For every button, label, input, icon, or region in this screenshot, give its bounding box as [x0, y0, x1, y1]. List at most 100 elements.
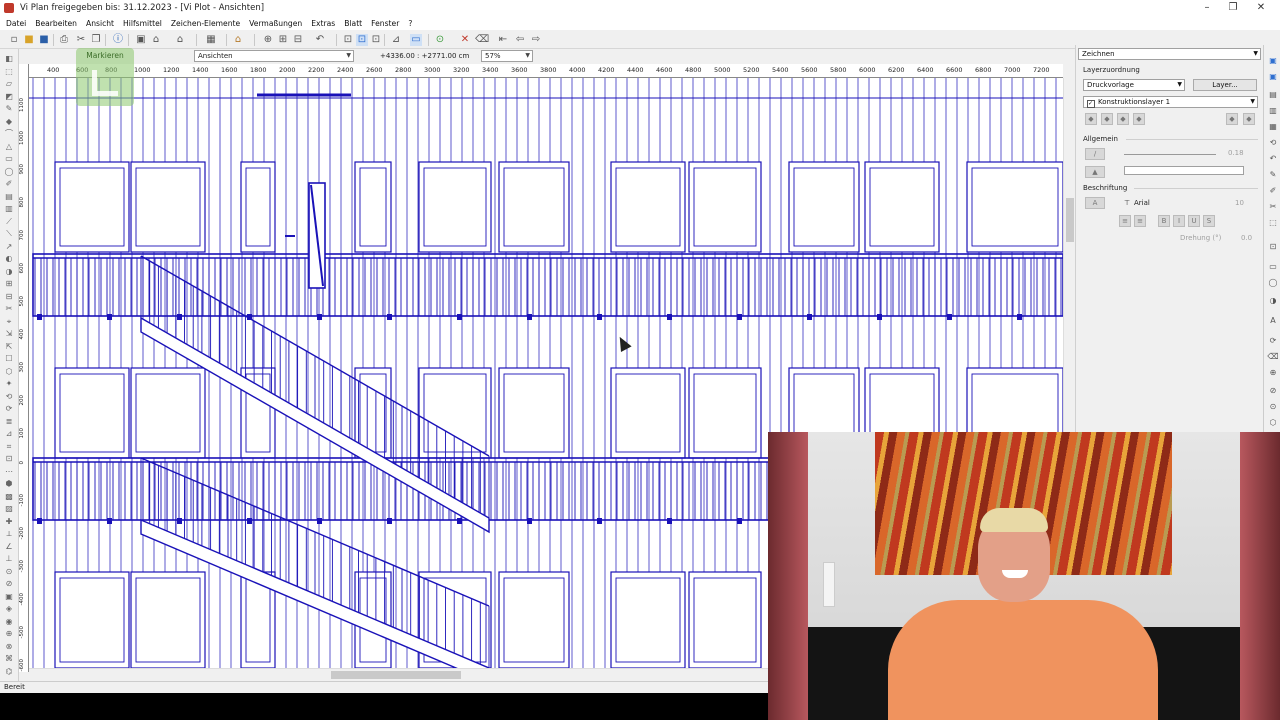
menu-fenster[interactable]: Fenster [371, 19, 399, 28]
checkbox-icon[interactable]: ✓ [1087, 100, 1095, 108]
palette-tool-icon[interactable]: ↶ [1267, 153, 1279, 164]
palette-tool-icon[interactable]: ✎ [3, 103, 15, 114]
palette-tool-icon[interactable]: ⇲ [3, 328, 15, 339]
layer-tool-icon[interactable]: ◆ [1133, 113, 1145, 125]
palette-tool-icon[interactable]: ⊞ [3, 278, 15, 289]
palette-tool-icon[interactable]: ◯ [3, 166, 15, 177]
save-icon[interactable]: ■ [38, 34, 50, 46]
palette-tool-icon[interactable]: ✦ [3, 378, 15, 389]
palette-tool-icon[interactable]: ▭ [1267, 261, 1279, 272]
palette-tool-icon[interactable]: ✂ [1267, 201, 1279, 212]
maximize-icon[interactable]: ❐ [1218, 0, 1248, 16]
menu-zeichen-elemente[interactable]: Zeichen-Elemente [171, 19, 240, 28]
underline-icon[interactable]: U [1188, 215, 1200, 227]
home-icon[interactable]: ⌂ [150, 34, 162, 46]
palette-tool-icon[interactable]: ▤ [3, 191, 15, 202]
align-icon[interactable]: ≡ [1119, 215, 1131, 227]
palette-tool-icon[interactable]: ⊥ [3, 553, 15, 564]
palette-tool-icon[interactable]: ◆ [3, 116, 15, 127]
palette-tool-icon[interactable]: ⟳ [3, 403, 15, 414]
menu-datei[interactable]: Datei [6, 19, 26, 28]
cut-icon[interactable]: ✂ [75, 34, 87, 46]
scroll-thumb[interactable] [1066, 198, 1074, 242]
menu-help[interactable]: ? [408, 19, 412, 28]
zoom-all-icon[interactable]: ⊞ [277, 34, 289, 46]
palette-tool-icon[interactable]: ⋯ [3, 466, 15, 477]
palette-tool-icon[interactable]: ⬡ [1267, 417, 1279, 428]
palette-tool-icon[interactable]: ✐ [1267, 185, 1279, 196]
palette-tool-icon[interactable]: ⟋ [3, 216, 15, 227]
font-name[interactable]: Arial [1134, 199, 1150, 207]
layer-tool-icon[interactable]: ◆ [1117, 113, 1129, 125]
palette-tool-icon[interactable]: ▦ [1267, 121, 1279, 132]
snap-point-icon[interactable]: ⊡ [370, 34, 382, 46]
zoom-window-icon[interactable]: ⊕ [262, 34, 274, 46]
menu-blatt[interactable]: Blatt [344, 19, 362, 28]
zoom-select[interactable]: 57% ▼ [481, 50, 533, 62]
palette-tool-icon[interactable]: ⬢ [3, 478, 15, 489]
palette-tool-icon[interactable]: ≣ [3, 416, 15, 427]
palette-tool-icon[interactable]: ⊙ [3, 566, 15, 577]
line-type-icon[interactable]: ∕ [1085, 148, 1105, 160]
palette-tool-icon[interactable]: ⊘ [3, 578, 15, 589]
palette-tool-icon[interactable]: ⟳ [1267, 335, 1279, 346]
layer-tool-icon[interactable]: ◆ [1085, 113, 1097, 125]
construction-layer-select[interactable]: ✓ Konstruktionslayer 1 ▼ [1083, 96, 1258, 108]
layer-select[interactable]: Druckvorlage ▼ [1083, 79, 1185, 91]
palette-tool-icon[interactable]: ⇱ [3, 341, 15, 352]
frame-icon[interactable]: ▣ [135, 34, 147, 46]
palette-tool-icon[interactable]: ⌒ [3, 128, 15, 139]
eraser-icon[interactable]: ⌫ [475, 34, 489, 46]
menu-ansicht[interactable]: Ansicht [86, 19, 114, 28]
fill-color-select[interactable] [1124, 166, 1244, 175]
point-icon[interactable]: ⊙ [434, 34, 446, 46]
palette-tool-icon[interactable]: ⬚ [1267, 217, 1279, 228]
mode-select[interactable]: Zeichnen ▼ [1078, 48, 1261, 60]
palette-tool-icon[interactable]: ⊘ [1267, 385, 1279, 396]
copy-icon[interactable]: ❐ [90, 34, 102, 46]
palette-tool-icon[interactable]: ▣ [1267, 55, 1279, 66]
align-icon[interactable]: ≡ [1134, 215, 1146, 227]
print-icon[interactable]: ⎙ [58, 34, 70, 46]
new-file-icon[interactable]: ▫ [8, 34, 20, 46]
close-icon[interactable]: ✕ [1246, 0, 1276, 16]
palette-tool-icon[interactable]: ⊿ [3, 428, 15, 439]
palette-tool-icon[interactable]: ◧ [3, 53, 15, 64]
palette-tool-icon[interactable]: ⊙ [1267, 401, 1279, 412]
snap-grid-icon[interactable]: ⊡ [356, 34, 368, 46]
palette-tool-icon[interactable]: ⌫ [1267, 351, 1279, 362]
palette-tool-icon[interactable]: ⟲ [1267, 137, 1279, 148]
delete-icon[interactable]: ✕ [459, 34, 471, 46]
palette-tool-icon[interactable]: ▣ [1267, 71, 1279, 82]
ortho-icon[interactable]: ▭ [410, 34, 422, 46]
palette-tool-icon[interactable]: ✐ [3, 178, 15, 189]
palette-tool-icon[interactable]: ⬡ [3, 366, 15, 377]
measure-icon[interactable]: ⊿ [390, 34, 402, 46]
scroll-thumb[interactable] [331, 671, 461, 679]
palette-tool-icon[interactable]: ◈ [3, 603, 15, 614]
palette-tool-icon[interactable]: ⟲ [3, 391, 15, 402]
palette-tool-icon[interactable]: ◩ [3, 91, 15, 102]
palette-tool-icon[interactable]: ⊕ [3, 628, 15, 639]
font-size-value[interactable]: 10 [1235, 199, 1244, 207]
palette-tool-icon[interactable]: ⊕ [1267, 367, 1279, 378]
rotation-value[interactable]: 0.0 [1241, 234, 1252, 242]
palette-tool-icon[interactable]: ⊗ [3, 641, 15, 652]
move-icon[interactable]: ⇤ [497, 34, 509, 46]
palette-tool-icon[interactable]: ⟍ [3, 228, 15, 239]
menu-vermassungen[interactable]: Vermaßungen [249, 19, 302, 28]
layer-tool-icon[interactable]: ◆ [1243, 113, 1255, 125]
arrow-left-icon[interactable]: ⇦ [514, 34, 526, 46]
palette-tool-icon[interactable]: ◑ [3, 266, 15, 277]
palette-tool-icon[interactable]: ↗ [3, 241, 15, 252]
palette-tool-icon[interactable]: ▩ [3, 491, 15, 502]
bold-icon[interactable]: B [1158, 215, 1170, 227]
palette-tool-icon[interactable]: ✚ [3, 516, 15, 527]
strike-icon[interactable]: S [1203, 215, 1215, 227]
palette-tool-icon[interactable]: ⌗ [3, 441, 15, 452]
open-folder-icon[interactable]: ■ [23, 34, 35, 46]
layer-icon[interactable]: ⌂ [232, 34, 244, 46]
palette-tool-icon[interactable]: ✎ [1267, 169, 1279, 180]
arrow-right-icon[interactable]: ⇨ [530, 34, 542, 46]
layer-tool-icon[interactable]: ◆ [1101, 113, 1113, 125]
